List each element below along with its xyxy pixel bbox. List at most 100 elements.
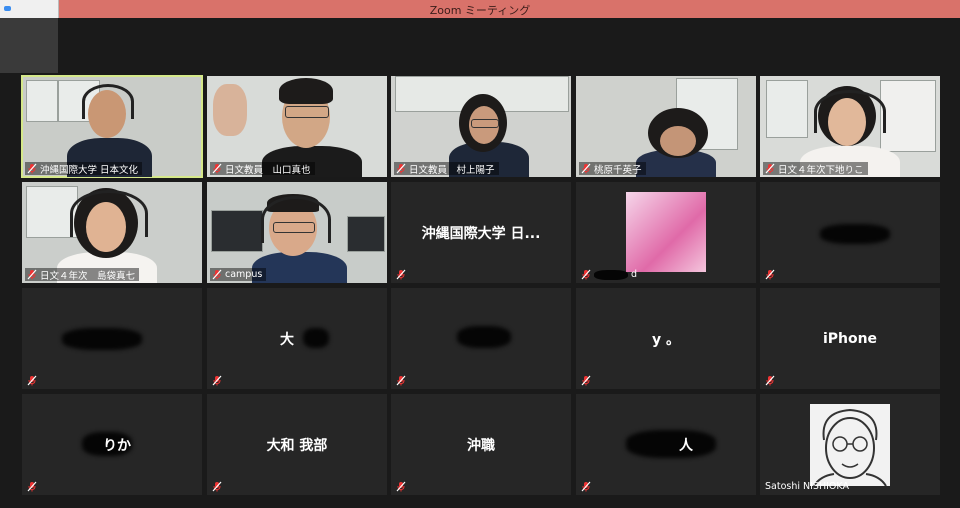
participant-tile[interactable]: 沖縄国際大学 日...	[391, 182, 571, 283]
participant-tile[interactable]: 大	[207, 288, 387, 389]
participant-tile[interactable]: 日文４年次 島袋真七	[22, 182, 202, 283]
mic-muted-icon	[27, 375, 37, 386]
participant-tile[interactable]: d	[576, 182, 756, 283]
participant-name-tag	[763, 374, 779, 387]
participant-name: 桃原千英子	[594, 164, 642, 176]
participant-display-name: りか	[103, 437, 131, 454]
participant-tile[interactable]: 大和 我部	[207, 394, 387, 495]
participant-tile[interactable]: Satoshi NISHIOKA	[760, 394, 940, 495]
window-title: Zoom ミーティング	[429, 4, 531, 17]
participant-name-tag	[763, 268, 779, 281]
participant-name-tag: campus	[210, 268, 267, 281]
headset-icon	[82, 84, 134, 119]
participant-name-tag: 桃原千英子	[579, 162, 646, 176]
mic-muted-icon	[212, 481, 222, 492]
participant-display-name: iPhone	[822, 330, 878, 347]
background-monitor	[347, 216, 385, 252]
participant-name-tag: Satoshi NISHIOKA	[763, 480, 853, 493]
participant-name: 日文４年次下地りこ	[778, 164, 864, 176]
participant-tile[interactable]	[22, 288, 202, 389]
participant-name: 沖縄国際大学 日本文化	[40, 164, 139, 176]
mic-muted-icon	[27, 481, 37, 492]
participant-name-tag: 日文教員 山口真也	[210, 162, 315, 176]
participant-name-tag	[394, 374, 410, 387]
title-bar: Zoom ミーティング	[0, 0, 960, 18]
participant-name-tag: 日文４年次下地りこ	[763, 162, 868, 176]
mic-muted-icon	[212, 163, 222, 174]
background-window	[766, 80, 808, 138]
redacted-name	[457, 326, 511, 348]
participant-name: 日文教員 山口真也	[225, 164, 311, 176]
mic-muted-icon	[27, 163, 37, 174]
participant-display-name: 沖職	[467, 437, 495, 454]
headset-icon	[261, 196, 331, 243]
mic-muted-icon	[581, 269, 591, 280]
participant-tile[interactable]: campus	[207, 182, 387, 283]
self-view-thumbnail[interactable]	[0, 18, 58, 73]
mic-muted-icon	[27, 269, 37, 280]
profile-picture	[810, 404, 890, 487]
sketch-portrait-icon	[813, 408, 887, 487]
participant-name-tag	[579, 480, 595, 493]
redacted-name	[820, 224, 890, 244]
mic-muted-icon	[396, 375, 406, 386]
mic-muted-icon	[765, 269, 775, 280]
participant-name: Satoshi NISHIOKA	[765, 481, 849, 492]
participant-tile[interactable]: 沖職	[391, 394, 571, 495]
waving-hand	[213, 84, 247, 136]
mic-muted-icon	[765, 375, 775, 386]
participant-display-name: 大和 我部	[266, 437, 328, 454]
participant-display-name: 沖縄国際大学 日...	[421, 225, 541, 242]
participant-name-tag	[210, 480, 226, 493]
background-window	[880, 80, 936, 152]
participant-name-tag	[25, 374, 41, 387]
participant-name-tag	[394, 480, 410, 493]
glasses-icon	[471, 119, 499, 128]
background-window	[26, 80, 58, 122]
participant-tile[interactable]: y 。	[576, 288, 756, 389]
mic-muted-icon	[212, 269, 222, 280]
headset-icon	[70, 190, 148, 237]
mic-muted-icon	[396, 481, 406, 492]
participant-tile[interactable]: 日文教員 村上陽子	[391, 76, 571, 177]
participant-tile[interactable]	[760, 182, 940, 283]
headset-icon	[814, 90, 886, 133]
participant-name-tag	[25, 480, 41, 493]
mic-muted-icon	[581, 481, 591, 492]
participant-display-name: 大	[280, 331, 294, 348]
background-monitor	[211, 210, 263, 252]
participant-name-tag	[394, 268, 410, 281]
participant-tile[interactable]: iPhone	[760, 288, 940, 389]
participant-tile[interactable]: 日文４年次下地りこ	[760, 76, 940, 177]
redacted-name	[594, 269, 628, 280]
participant-display-name: y 。	[652, 331, 680, 348]
participant-name: 日文教員 村上陽子	[409, 164, 495, 176]
mic-muted-icon	[581, 163, 591, 174]
participant-name-tag: d	[579, 268, 641, 281]
profile-picture	[626, 192, 706, 272]
mic-muted-icon	[581, 375, 591, 386]
participant-name-tag: 日文４年次 島袋真七	[25, 268, 140, 282]
mic-muted-icon	[396, 269, 406, 280]
participant-hair	[279, 78, 333, 104]
mic-muted-icon	[396, 163, 406, 174]
participant-face	[660, 126, 696, 156]
participant-name-tag	[579, 374, 595, 387]
participant-display-name: 人	[679, 437, 693, 454]
mic-muted-icon	[765, 163, 775, 174]
participant-tile[interactable]: 桃原千英子	[576, 76, 756, 177]
participant-name-tag: 沖縄国際大学 日本文化	[25, 162, 143, 176]
participant-tile[interactable]: りか	[22, 394, 202, 495]
participant-name-tag	[210, 374, 226, 387]
mic-muted-icon	[212, 375, 222, 386]
participant-tile[interactable]: 日文教員 山口真也	[207, 76, 387, 177]
participant-tile[interactable]: 沖縄国際大学 日本文化	[21, 75, 203, 178]
participant-name: campus	[225, 269, 263, 280]
participant-name: d	[631, 269, 638, 280]
participant-tile[interactable]	[391, 288, 571, 389]
participant-name: 日文４年次 島袋真七	[40, 270, 136, 282]
participant-tile[interactable]: 人	[576, 394, 756, 495]
redacted-name	[62, 328, 142, 350]
participant-name-tag: 日文教員 村上陽子	[394, 162, 499, 176]
glasses-icon	[285, 106, 329, 118]
